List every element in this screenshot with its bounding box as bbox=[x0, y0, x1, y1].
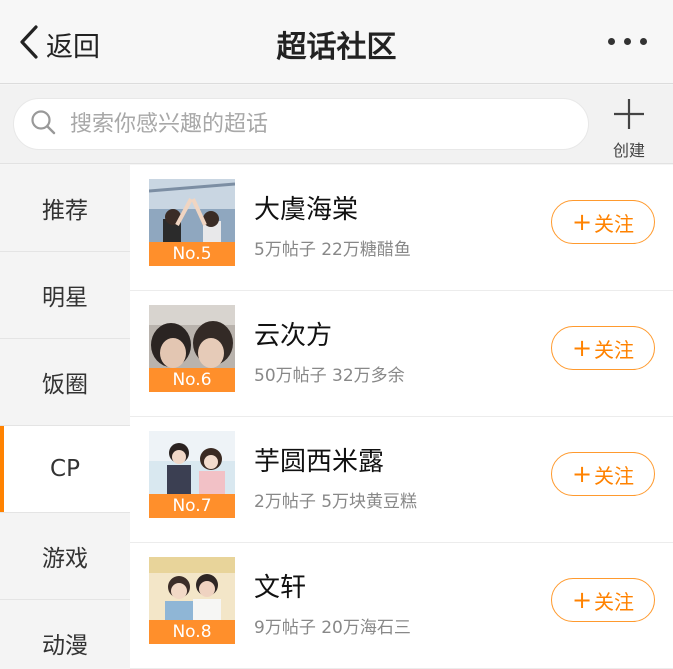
sidebar-item-cp[interactable]: CP bbox=[0, 426, 130, 513]
follow-button[interactable]: + 关注 bbox=[551, 326, 655, 370]
create-label: 创建 bbox=[612, 141, 645, 160]
rank-badge: No.6 bbox=[149, 368, 235, 392]
sidebar-item-fandom[interactable]: 饭圈 bbox=[0, 339, 130, 426]
plus-icon: + bbox=[571, 334, 593, 362]
search-input[interactable] bbox=[70, 111, 550, 137]
topic-stats: 2万帖子 5万块黄豆糕 bbox=[254, 492, 418, 512]
follow-button[interactable]: + 关注 bbox=[551, 578, 655, 622]
topic-thumbnail: No.7 bbox=[149, 431, 235, 518]
page-title: 超话社区 bbox=[276, 30, 397, 65]
plus-icon: + bbox=[571, 208, 593, 236]
topic-thumbnail: No.8 bbox=[149, 557, 235, 644]
topic-name: 芋圆西米露 bbox=[254, 447, 385, 477]
topic-thumbnail: No.5 bbox=[149, 179, 235, 266]
search-bar: 创建 bbox=[0, 85, 673, 164]
rank-badge: No.7 bbox=[149, 494, 235, 518]
list-item[interactable]: No.7 芋圆西米露 2万帖子 5万块黄豆糕 + 关注 bbox=[130, 417, 673, 543]
topic-list: No.5 大虞海棠 5万帖子 22万糖醋鱼 + 关注 No.6 云次方 50万帖子… bbox=[130, 165, 673, 669]
plus-icon bbox=[612, 99, 646, 135]
rank-badge: No.5 bbox=[149, 242, 235, 266]
plus-icon: + bbox=[571, 586, 593, 614]
follow-button[interactable]: + 关注 bbox=[551, 452, 655, 496]
list-item[interactable]: No.5 大虞海棠 5万帖子 22万糖醋鱼 + 关注 bbox=[130, 165, 673, 291]
sidebar-item-anime[interactable]: 动漫 bbox=[0, 600, 130, 669]
topic-stats: 5万帖子 22万糖醋鱼 bbox=[254, 240, 411, 260]
list-item[interactable]: No.8 文轩 9万帖子 20万海石三 + 关注 bbox=[130, 543, 673, 669]
topic-thumbnail: No.6 bbox=[149, 305, 235, 392]
sidebar-item-stars[interactable]: 明星 bbox=[0, 252, 130, 339]
topic-stats: 9万帖子 20万海石三 bbox=[254, 618, 411, 638]
sidebar-item-recommend[interactable]: 推荐 bbox=[0, 165, 130, 252]
sidebar-item-games[interactable]: 游戏 bbox=[0, 513, 130, 600]
category-sidebar: 推荐 明星 饭圈 CP 游戏 动漫 bbox=[0, 165, 130, 669]
rank-badge: No.8 bbox=[149, 620, 235, 644]
topic-name: 文轩 bbox=[254, 573, 307, 603]
nav-header: 返回 超话社区 bbox=[0, 0, 673, 84]
list-item[interactable]: No.6 云次方 50万帖子 32万多余 + 关注 bbox=[130, 291, 673, 417]
more-horizontal-icon[interactable] bbox=[608, 38, 647, 45]
search-box[interactable] bbox=[13, 98, 589, 150]
plus-icon: + bbox=[571, 460, 593, 488]
follow-button[interactable]: + 关注 bbox=[551, 200, 655, 244]
create-button[interactable]: 创建 bbox=[607, 97, 651, 161]
topic-stats: 50万帖子 32万多余 bbox=[254, 366, 405, 386]
search-icon bbox=[30, 109, 56, 139]
topic-name: 大虞海棠 bbox=[254, 195, 359, 225]
topic-name: 云次方 bbox=[254, 321, 333, 351]
